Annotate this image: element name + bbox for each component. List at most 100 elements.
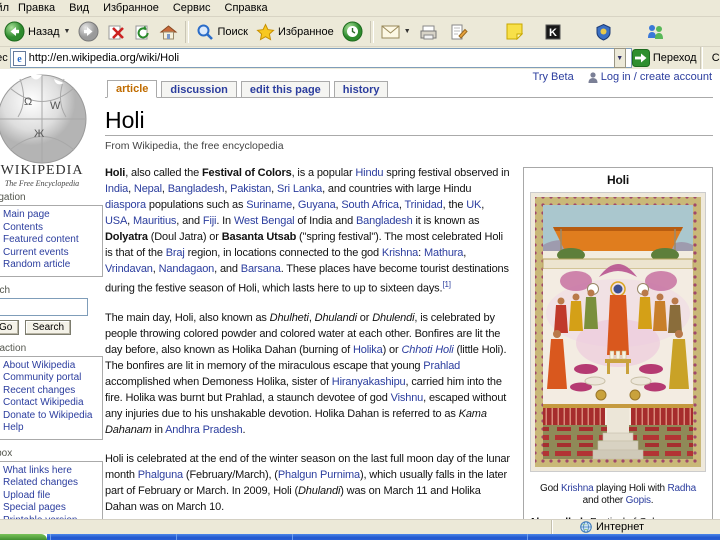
tab-article[interactable]: article: [107, 80, 158, 98]
tab-edit[interactable]: edit this page: [240, 81, 330, 97]
inline-link[interactable]: USA: [105, 215, 127, 227]
inline-text: , also called the: [125, 167, 202, 179]
address-bar: Адрес: e http://en.wikipedia.org/wiki/Ho…: [0, 47, 720, 69]
antivirus-button[interactable]: K: [541, 19, 565, 45]
sidebar-item-community-portal[interactable]: Community portal: [3, 372, 100, 385]
wiki-search-input[interactable]: [0, 297, 88, 316]
inline-link[interactable]: Mauritius: [133, 215, 176, 227]
inline-text: of India and: [294, 215, 356, 227]
inline-link[interactable]: Vishnu: [391, 392, 424, 404]
sidebar-item-current-events[interactable]: Current events: [3, 247, 100, 260]
search-button[interactable]: Поиск: [192, 19, 251, 45]
tab-history[interactable]: history: [333, 81, 389, 97]
ie-window: Файл Правка Вид Избранное Сервис Справка…: [0, 0, 720, 540]
toolbar-separator: [369, 20, 374, 43]
sidebar-item-special-pages[interactable]: Special pages: [3, 502, 100, 515]
inline-link[interactable]: Guyana: [298, 199, 336, 211]
start-button[interactable]: [0, 534, 47, 540]
infobox-also-called-row: Also called Festival of Colours: [524, 512, 712, 519]
inline-link[interactable]: Sri Lanka: [277, 183, 322, 195]
inline-link[interactable]: Braj: [166, 247, 185, 259]
go-label[interactable]: Переход: [653, 52, 697, 64]
menu-view[interactable]: Вид: [62, 1, 96, 15]
inline-link[interactable]: Nepal: [134, 183, 162, 195]
mail-button[interactable]: ▼: [377, 19, 415, 45]
inline-link[interactable]: Hindu: [355, 167, 383, 179]
inline-link[interactable]: Phalguna: [138, 469, 183, 481]
sidebar-item-upload-file[interactable]: Upload file: [3, 490, 100, 503]
inline-link[interactable]: UK: [466, 199, 481, 211]
inline-link[interactable]: Krishna: [561, 483, 594, 494]
inline-link[interactable]: Suriname: [246, 199, 292, 211]
inline-link[interactable]: Prahlad: [423, 360, 460, 372]
inline-link[interactable]: Krishna: [382, 247, 418, 259]
menu-edit[interactable]: Правка: [11, 1, 62, 15]
refresh-button[interactable]: [129, 19, 155, 45]
inline-link[interactable]: Fiji: [203, 215, 217, 227]
sidebar-item-about[interactable]: About Wikipedia: [3, 360, 100, 373]
inline-link[interactable]: Barsana: [241, 263, 281, 275]
inline-link[interactable]: South Africa: [341, 199, 399, 211]
menu-help[interactable]: Справка: [218, 1, 275, 15]
inline-link[interactable]: Pakistan: [230, 183, 271, 195]
print-button[interactable]: [415, 19, 442, 45]
address-dropdown-button[interactable]: ▼: [613, 48, 626, 68]
wikipedia-logo[interactable]: Ω W Ж WIKIPEDIA The Free Encyclopedia: [0, 73, 94, 188]
address-input[interactable]: e http://en.wikipedia.org/wiki/Holi: [9, 48, 632, 68]
inline-text: , and countries with large Hindu: [322, 183, 472, 195]
sidebar-item-related-changes[interactable]: Related changes: [3, 477, 100, 490]
menu-tools[interactable]: Сервис: [166, 1, 218, 15]
back-button[interactable]: Назад ▼: [0, 19, 74, 45]
sidebar-item-contents[interactable]: Contents: [3, 222, 100, 235]
sidebar-item-help[interactable]: Help: [3, 422, 100, 435]
sidebar-item-what-links-here[interactable]: What links here: [3, 465, 100, 478]
inline-link[interactable]: West Bengal: [234, 215, 295, 227]
stop-button[interactable]: [103, 19, 129, 45]
inline-link[interactable]: Nandagaon: [159, 263, 215, 275]
sidebar-item-printable-version[interactable]: Printable version: [3, 515, 100, 520]
full-search-button[interactable]: Search: [25, 319, 72, 335]
home-button[interactable]: [155, 19, 182, 45]
menu-favorites[interactable]: Избранное: [96, 1, 166, 15]
inline-link[interactable]: Gopis: [626, 495, 651, 506]
sidebar-item-main-page[interactable]: Main page: [3, 209, 100, 222]
notes-button[interactable]: [502, 19, 527, 45]
sidebar-item-donate[interactable]: Donate to Wikipedia: [3, 410, 100, 423]
sidebar-item-contact[interactable]: Contact Wikipedia: [3, 397, 100, 410]
inline-link[interactable]: Radha: [667, 483, 696, 494]
login-link[interactable]: Log in / create account: [601, 71, 712, 83]
menu-file[interactable]: Файл: [0, 1, 11, 15]
inline-link[interactable]: Chhoti Holi: [401, 344, 453, 356]
messenger-button[interactable]: [642, 19, 669, 45]
inline-link[interactable]: Bangladesh: [168, 183, 225, 195]
go-search-button[interactable]: Go: [0, 319, 20, 335]
inline-link[interactable]: Andhra Pradesh: [165, 424, 243, 436]
inline-link[interactable]: Vrindavan: [105, 263, 153, 275]
inline-link[interactable]: Bangladesh: [356, 215, 413, 227]
inline-link[interactable]: Trinidad: [405, 199, 443, 211]
history-button[interactable]: [338, 19, 367, 45]
wikipedia-globe-icon: Ω W Ж: [0, 74, 87, 164]
security-button[interactable]: [591, 19, 616, 45]
holi-painting-image[interactable]: [530, 192, 706, 472]
inline-link[interactable]: diaspora: [105, 199, 146, 211]
taskbar-tasks[interactable]: [47, 534, 720, 540]
sidebar-item-featured-content[interactable]: Featured content: [3, 234, 100, 247]
inline-link[interactable]: [1]: [442, 280, 451, 289]
status-bar: Интернет: [0, 519, 720, 534]
edit-button[interactable]: [446, 19, 472, 45]
inline-link[interactable]: Hiranyakashipu: [332, 376, 406, 388]
inline-text: Dhulandi: [298, 484, 341, 497]
try-beta-link[interactable]: Try Beta: [533, 71, 574, 83]
tab-discussion[interactable]: discussion: [161, 81, 237, 97]
inline-link[interactable]: India: [105, 183, 128, 195]
sidebar-item-recent-changes[interactable]: Recent changes: [3, 385, 100, 398]
links-label[interactable]: Ссылки: [712, 52, 720, 64]
sidebar-item-random-article[interactable]: Random article: [3, 259, 100, 272]
go-button[interactable]: [631, 49, 650, 67]
favorites-button[interactable]: Избранное: [252, 19, 338, 45]
inline-link[interactable]: Holika: [353, 344, 383, 356]
inline-link[interactable]: Phalgun Purnima: [278, 469, 360, 481]
inline-link[interactable]: Mathura: [424, 247, 463, 259]
forward-button[interactable]: [74, 19, 103, 45]
